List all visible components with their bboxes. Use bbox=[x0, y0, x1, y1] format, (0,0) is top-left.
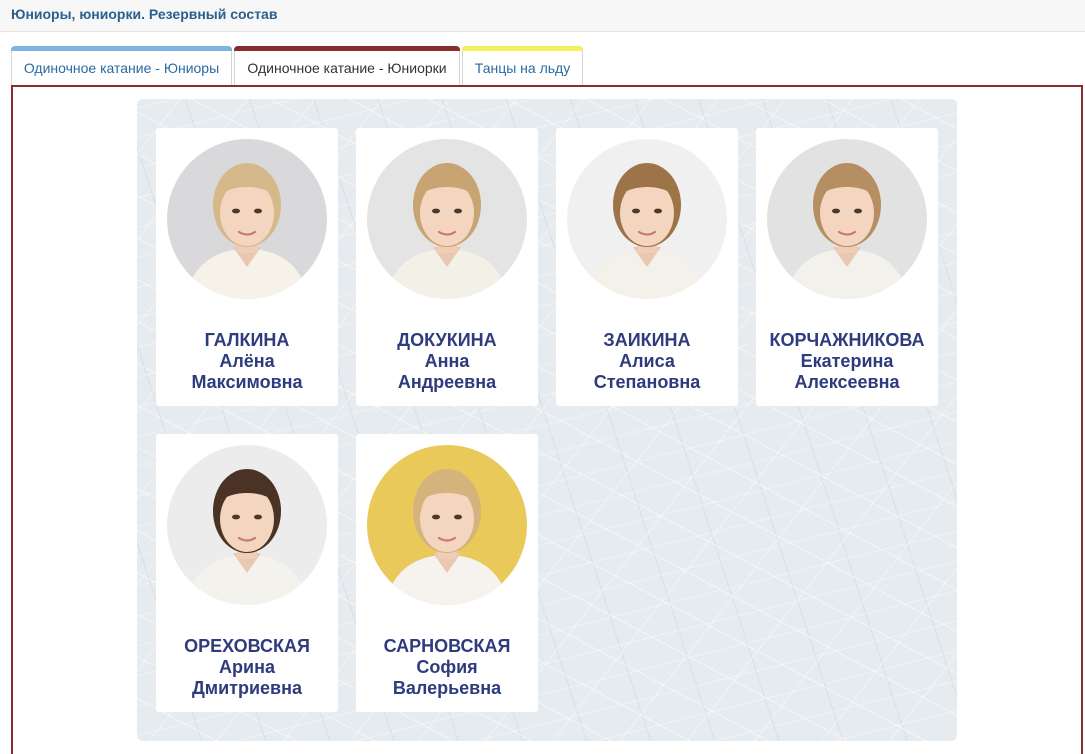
athlete-name: КОРЧАЖНИКОВА Екатерина Алексеевна bbox=[756, 330, 938, 393]
athlete-first-name: Анна bbox=[424, 351, 470, 371]
athlete-patronymic: Степановна bbox=[593, 372, 701, 392]
athlete-surname: САРНОВСКАЯ bbox=[383, 636, 511, 656]
page-header: Юниоры, юниорки. Резервный состав bbox=[0, 0, 1085, 32]
athlete-photo bbox=[167, 445, 327, 605]
tab-accent-bar bbox=[462, 46, 583, 51]
athlete-surname: ГАЛКИНА bbox=[204, 330, 290, 350]
athlete-name: ГАЛКИНА Алёна Максимовна bbox=[156, 330, 338, 393]
athlete-card[interactable]: ОРЕХОВСКАЯ Арина Дмитриевна bbox=[156, 434, 338, 712]
athlete-name: САРНОВСКАЯ София Валерьевна bbox=[356, 636, 538, 699]
athlete-card[interactable]: ЗАИКИНА Алиса Степановна bbox=[556, 128, 738, 406]
tab-ice-dance[interactable]: Танцы на льду bbox=[462, 46, 583, 86]
athlete-patronymic: Валерьевна bbox=[392, 678, 502, 698]
athlete-patronymic: Максимовна bbox=[191, 372, 303, 392]
athlete-first-name: Арина bbox=[219, 657, 275, 677]
page-title: Юниоры, юниорки. Резервный состав bbox=[11, 6, 278, 22]
athlete-surname: ДОКУКИНА bbox=[397, 330, 497, 350]
athletes-board: ГАЛКИНА Алёна Максимовна ДОКУКИНА Анна А… bbox=[137, 99, 957, 741]
tab-singles-juniors-men[interactable]: Одиночное катание - Юниоры bbox=[11, 46, 232, 86]
portrait-graphic bbox=[167, 139, 327, 299]
tab-label: Танцы на льду bbox=[474, 60, 571, 76]
athlete-name: ОРЕХОВСКАЯ Арина Дмитриевна bbox=[156, 636, 338, 699]
athlete-card[interactable]: ГАЛКИНА Алёна Максимовна bbox=[156, 128, 338, 406]
athlete-patronymic: Алексеевна bbox=[794, 372, 900, 392]
athlete-surname: ЗАИКИНА bbox=[603, 330, 691, 350]
athlete-name: ЗАИКИНА Алиса Степановна bbox=[556, 330, 738, 393]
athlete-first-name: Екатерина bbox=[800, 351, 894, 371]
portrait-graphic bbox=[567, 139, 727, 299]
athlete-surname: ОРЕХОВСКАЯ bbox=[184, 636, 310, 656]
athlete-photo bbox=[167, 139, 327, 299]
tab-accent-bar bbox=[11, 46, 232, 51]
athlete-patronymic: Дмитриевна bbox=[191, 678, 303, 698]
athlete-first-name: Алёна bbox=[219, 351, 275, 371]
portrait-graphic bbox=[367, 445, 527, 605]
athlete-photo bbox=[367, 445, 527, 605]
portrait-graphic bbox=[767, 139, 927, 299]
athlete-card[interactable]: САРНОВСКАЯ София Валерьевна bbox=[356, 434, 538, 712]
athlete-name: ДОКУКИНА Анна Андреевна bbox=[356, 330, 538, 393]
athlete-photo bbox=[367, 139, 527, 299]
tab-singles-juniors-women[interactable]: Одиночное катание - Юниорки bbox=[234, 46, 460, 87]
athlete-card[interactable]: КОРЧАЖНИКОВА Екатерина Алексеевна bbox=[756, 128, 938, 406]
athlete-card[interactable]: ДОКУКИНА Анна Андреевна bbox=[356, 128, 538, 406]
athlete-surname: КОРЧАЖНИКОВА bbox=[769, 330, 925, 350]
athlete-first-name: София bbox=[416, 657, 478, 677]
tab-label: Одиночное катание - Юниоры bbox=[23, 60, 220, 76]
athlete-photo bbox=[567, 139, 727, 299]
athlete-patronymic: Андреевна bbox=[397, 372, 497, 392]
tab-label: Одиночное катание - Юниорки bbox=[247, 60, 447, 76]
tab-accent-bar bbox=[234, 46, 460, 51]
athlete-first-name: Алиса bbox=[619, 351, 675, 371]
portrait-graphic bbox=[367, 139, 527, 299]
portrait-graphic bbox=[167, 445, 327, 605]
athlete-photo bbox=[767, 139, 927, 299]
